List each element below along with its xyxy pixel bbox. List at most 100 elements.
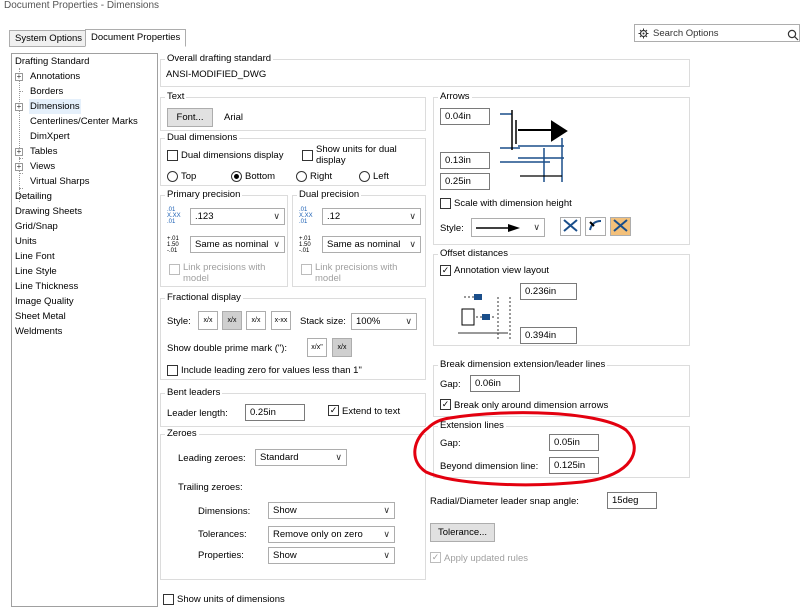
tree-item-line-style[interactable]: Line Style [15, 264, 57, 279]
trailing-tolerances-select[interactable]: Remove only on zero ∨ [268, 526, 395, 543]
offset-distance-2-input[interactable]: 0.394in [520, 327, 577, 344]
primary-link-precision-checkbox[interactable] [169, 264, 180, 275]
arrow-outside-icon[interactable] [560, 217, 581, 236]
show-units-checkbox[interactable] [163, 594, 174, 605]
dual-show-units-checkbox[interactable] [302, 150, 313, 161]
tab-system-options[interactable]: System Options [9, 30, 89, 47]
trailing-dimensions-select[interactable]: Show ∨ [268, 502, 395, 519]
arrow-style-select[interactable]: ∨ [471, 218, 545, 237]
tab-document-properties[interactable]: Document Properties [85, 29, 187, 47]
radio-bottom[interactable] [231, 171, 242, 182]
arrow-inside-icon[interactable] [585, 217, 606, 236]
radial-snap-input[interactable]: 15deg [607, 492, 657, 509]
break-gap-input[interactable]: 0.06in [470, 375, 520, 392]
fraction-style-inline-icon[interactable]: x/x [246, 311, 266, 330]
dual-precision-select[interactable]: .12 ∨ [322, 208, 421, 225]
radio-top-label: Top [181, 171, 197, 182]
tree-item-drafting-standard[interactable]: Drafting Standard [15, 54, 89, 69]
stack-size-select[interactable]: 100% ∨ [351, 313, 417, 330]
break-gap-label: Gap: [440, 379, 461, 390]
font-button[interactable]: Font... [167, 108, 213, 127]
primary-tol-precision-select[interactable]: Same as nominal ∨ [190, 236, 285, 253]
extend-to-text-checkbox[interactable]: ✓ [328, 405, 339, 416]
bent-leaders-label: Bent leaders [165, 387, 223, 398]
arrow-width-input[interactable]: 0.04in [440, 108, 490, 125]
tree-item-views[interactable]: Views [30, 159, 55, 174]
primary-precision-label: Primary precision [165, 189, 243, 200]
trailing-dimensions-value: Show [273, 505, 297, 516]
radio-right-label: Right [310, 171, 333, 182]
annotation-view-checkbox[interactable]: ✓ [440, 265, 451, 276]
double-prime-off-icon[interactable]: x/x [332, 338, 352, 357]
dual-precision-group: Dual precision .01 X.XX .01 .12 ∨ +.01 1.… [292, 189, 426, 287]
dual-tol-precision-select[interactable]: Same as nominal ∨ [322, 236, 421, 253]
text-group: Text Font... Arial [160, 91, 426, 131]
options-tree: Drafting Standard + Annotations Borders … [11, 53, 158, 607]
apply-updated-rules-checkbox[interactable]: ✓ [430, 552, 441, 563]
dual-link-label-1: Link precisions with [315, 262, 398, 273]
leading-zeroes-select[interactable]: Standard ∨ [255, 449, 347, 466]
dual-link-precision-checkbox[interactable] [301, 264, 312, 275]
arrow-height-input[interactable]: 0.13in [440, 152, 490, 169]
chevron-down-icon: ∨ [335, 452, 342, 462]
primary-link-label-2: model [183, 273, 209, 284]
arrow-style-icon [476, 224, 520, 232]
dual-tol-precision-value: Same as nominal [327, 239, 401, 250]
chevron-down-icon: ∨ [533, 222, 540, 232]
tolerance-button[interactable]: Tolerance... [430, 523, 495, 542]
expand-icon[interactable]: + [15, 163, 23, 171]
trailing-properties-select[interactable]: Show ∨ [268, 547, 395, 564]
expand-icon[interactable]: + [15, 148, 23, 156]
arrow-length-input[interactable]: 0.25in [440, 173, 490, 190]
fraction-style-stacked-icon[interactable]: x/x [222, 311, 242, 330]
arrow-diagram-icon [500, 110, 568, 182]
overall-standard-label: Overall drafting standard [165, 53, 274, 64]
tree-item-borders[interactable]: Borders [30, 84, 63, 99]
dual-precision-label: Dual precision [297, 189, 362, 200]
leader-length-input[interactable]: 0.25in [245, 404, 305, 421]
radio-bottom-label: Bottom [245, 171, 276, 182]
tree-item-detailing[interactable]: Detailing [15, 189, 52, 204]
tree-item-line-font[interactable]: Line Font [15, 249, 55, 264]
tree-item-tables[interactable]: Tables [30, 144, 57, 159]
offset-distance-1-input[interactable]: 0.236in [520, 283, 577, 300]
chevron-down-icon: ∨ [409, 239, 416, 249]
text-group-label: Text [165, 91, 187, 102]
tree-item-image-quality[interactable]: Image Quality [15, 294, 74, 309]
radio-top[interactable] [167, 171, 178, 182]
precision-value-icon: .01 X.XX .01 [299, 207, 313, 225]
arrows-label: Arrows [438, 91, 472, 102]
tree-item-line-thickness[interactable]: Line Thickness [15, 279, 78, 294]
tree-item-drawing-sheets[interactable]: Drawing Sheets [15, 204, 82, 219]
arrow-smart-icon[interactable] [610, 217, 631, 236]
expand-icon[interactable]: + [15, 73, 23, 81]
search-placeholder: Search Options [653, 28, 719, 39]
radio-left[interactable] [359, 171, 370, 182]
tree-item-centerlines[interactable]: Centerlines/Center Marks [30, 114, 138, 129]
break-only-around-checkbox[interactable]: ✓ [440, 399, 451, 410]
tree-item-grid-snap[interactable]: Grid/Snap [15, 219, 58, 234]
tree-item-units[interactable]: Units [15, 234, 37, 249]
stack-size-label: Stack size: [300, 316, 346, 327]
zeroes-group: Zeroes Leading zeroes: Standard ∨ Trailin… [160, 428, 426, 580]
expand-icon[interactable]: + [15, 103, 23, 111]
tree-item-sheet-metal[interactable]: Sheet Metal [15, 309, 66, 324]
radio-right[interactable] [296, 171, 307, 182]
tree-item-dimensions[interactable]: Dimensions [29, 99, 81, 114]
tree-item-virtual-sharps[interactable]: Virtual Sharps [30, 174, 90, 189]
leading-zero-label: Include leading zero for values less tha… [181, 365, 362, 376]
dual-display-checkbox[interactable] [167, 150, 178, 161]
leading-zero-checkbox[interactable] [167, 365, 178, 376]
scale-with-height-checkbox[interactable] [440, 198, 451, 209]
tree-item-dimxpert[interactable]: DimXpert [30, 129, 70, 144]
search-input[interactable]: Search Options [634, 24, 800, 42]
font-name: Arial [224, 112, 244, 123]
tree-item-annotations[interactable]: Annotations [30, 69, 80, 84]
apply-updated-rules-label: Apply updated rules [444, 553, 528, 564]
double-prime-on-icon[interactable]: x/x" [307, 338, 327, 357]
search-icon[interactable] [787, 29, 799, 41]
fraction-style-diagonal-icon[interactable]: x/x [198, 311, 218, 330]
tree-item-weldments[interactable]: Weldments [15, 324, 62, 339]
fraction-style-dash-icon[interactable]: x-xx [271, 311, 291, 330]
primary-precision-select[interactable]: .123 ∨ [190, 208, 285, 225]
